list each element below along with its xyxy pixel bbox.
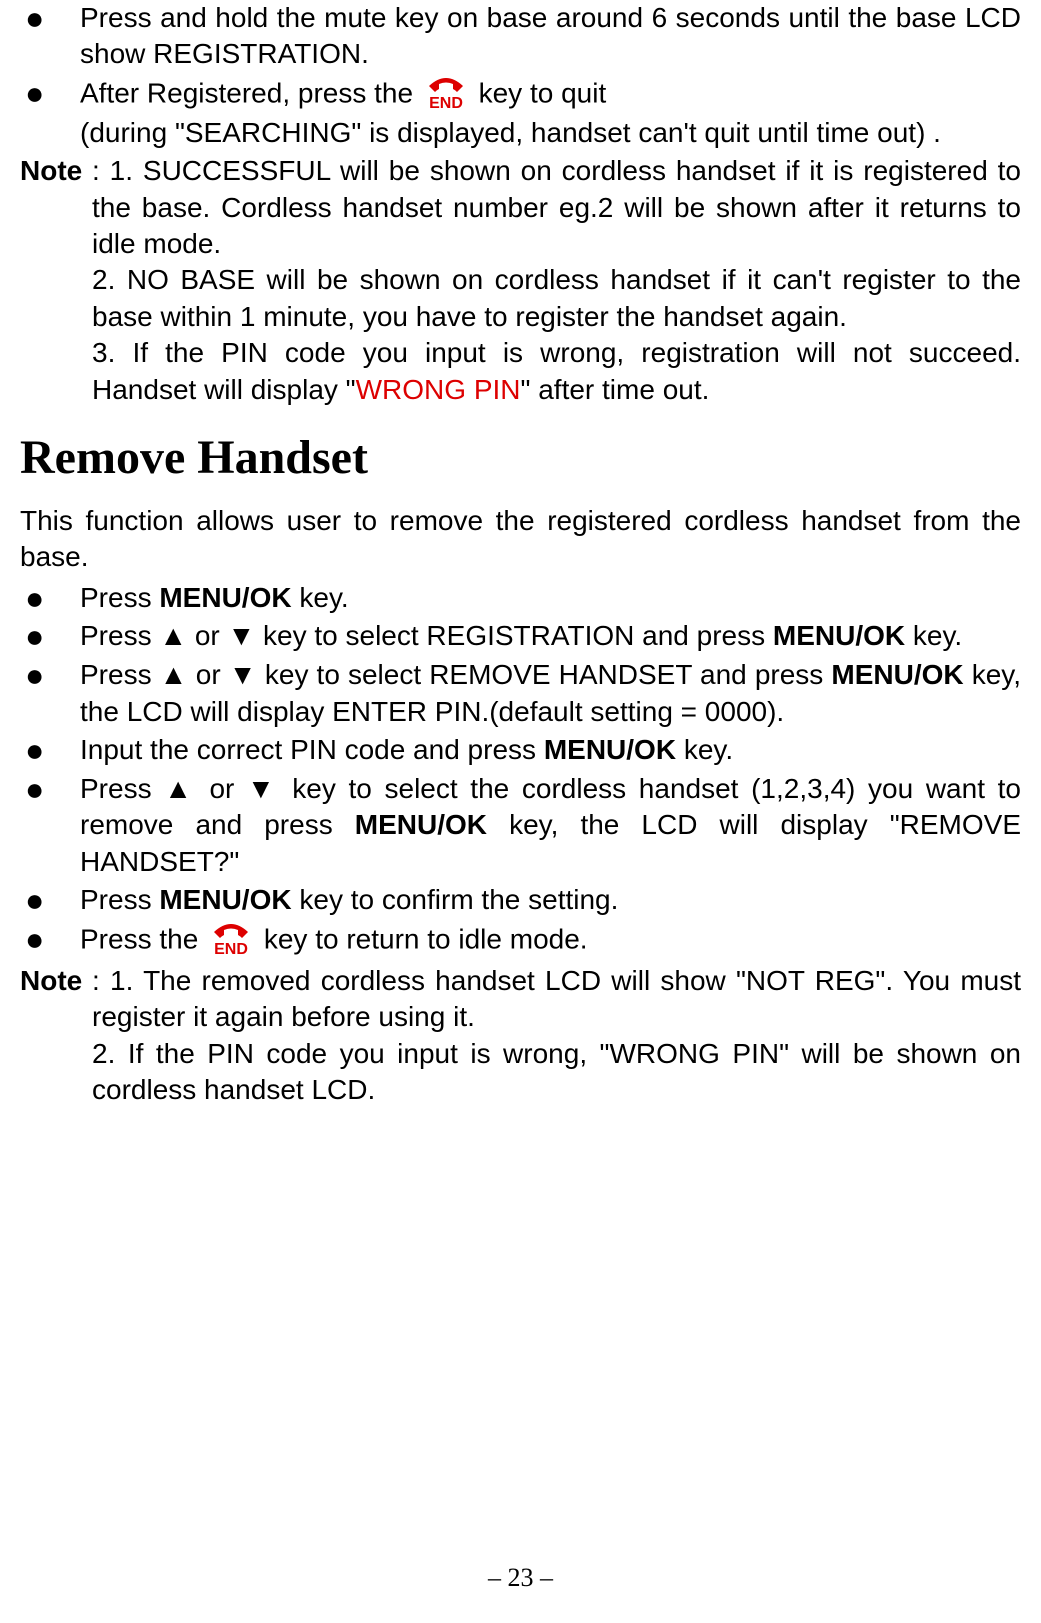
note-text: : 1. SUCCESSFUL will be shown on cordles… <box>92 153 1021 262</box>
remove-bullet-item: ● Input the correct PIN code and press M… <box>20 732 1021 769</box>
note1-row: 3. If the PIN code you input is wrong, r… <box>20 335 1021 408</box>
bullet-icon: ● <box>20 0 80 37</box>
bullet-icon: ● <box>20 921 80 958</box>
body-text: " after time out. <box>521 374 710 405</box>
remove-bullet-item: ● Press ▲ or ▼ key to select REGISTRATIO… <box>20 618 1021 655</box>
note-block-2: Note : 1. The removed cordless handset L… <box>20 963 1021 1109</box>
body-text: key to quit <box>471 77 606 108</box>
bullet-icon: ● <box>20 657 80 694</box>
body-text: key to return to idle mode. <box>256 923 588 954</box>
note-label: Note <box>20 963 92 1036</box>
remove-bullet-item: ● Press ▲ or ▼ key to select REMOVE HAND… <box>20 657 1021 730</box>
bullet-text: Press MENU/OK key. <box>80 580 1021 616</box>
body-text: Press and hold the mute key on base arou… <box>80 2 1021 69</box>
body-text: Press the <box>80 923 206 954</box>
body-text: After Registered, press the <box>80 77 421 108</box>
bullet-icon: ● <box>20 771 80 808</box>
body-text: key. <box>905 620 962 651</box>
note2-row: 2. If the PIN code you input is wrong, "… <box>20 1036 1021 1109</box>
section-intro: This function allows user to remove the … <box>20 503 1021 576</box>
body-text: key. <box>676 734 733 765</box>
bullet-text: Press ▲ or ▼ key to select REGISTRATION … <box>80 618 1021 654</box>
bullet-text: Press ▲ or ▼ key to select the cordless … <box>80 771 1021 880</box>
body-text: Press ▲ or ▼ key to select REMOVE HANDSE… <box>80 659 831 690</box>
bullet-icon: ● <box>20 882 80 919</box>
body-text: (during "SEARCHING" is displayed, handse… <box>80 117 941 148</box>
key-label: MENU/OK <box>159 884 291 915</box>
note1-row: 2. NO BASE will be shown on cordless han… <box>20 262 1021 335</box>
body-text: Press ▲ or ▼ key to select REGISTRATION … <box>80 620 773 651</box>
note-label: Note <box>20 153 92 262</box>
bullet-text: After Registered, press the END key to q… <box>80 75 1021 151</box>
note-block-1: Note : 1. SUCCESSFUL will be shown on co… <box>20 153 1021 408</box>
instruction-list-remove: ● Press MENU/OK key.● Press ▲ or ▼ key t… <box>20 580 1021 961</box>
bullet-text: Press MENU/OK key to confirm the setting… <box>80 882 1021 918</box>
bullet-icon: ● <box>20 732 80 769</box>
body-text: key. <box>292 582 349 613</box>
remove-bullet-item: ● Press MENU/OK key. <box>20 580 1021 617</box>
body-text: Press <box>80 582 159 613</box>
bullet-icon: ● <box>20 580 80 617</box>
body-text: 2. If the PIN code you input is wrong, "… <box>92 1038 1021 1105</box>
note2-row: Note : 1. The removed cordless handset L… <box>20 963 1021 1036</box>
bullet-text: Press the END key to return to idle mode… <box>80 921 1021 961</box>
error-text: WRONG PIN <box>356 374 521 405</box>
top-bullet-item: ● Press and hold the mute key on base ar… <box>20 0 1021 73</box>
instruction-list-top: ● Press and hold the mute key on base ar… <box>20 0 1021 151</box>
bullet-icon: ● <box>20 618 80 655</box>
body-text: 2. NO BASE will be shown on cordless han… <box>92 264 1021 331</box>
bullet-icon: ● <box>20 75 80 112</box>
page-number: – 23 – <box>0 1563 1041 1593</box>
body-text: : 1. The removed cordless handset LCD wi… <box>92 965 1021 1032</box>
body-text: Press <box>80 884 159 915</box>
body-text: Input the correct PIN code and press <box>80 734 544 765</box>
key-label: MENU/OK <box>159 582 291 613</box>
remove-bullet-item: ● Press ▲ or ▼ key to select the cordles… <box>20 771 1021 880</box>
bullet-text: Press and hold the mute key on base arou… <box>80 0 1021 73</box>
key-label: MENU/OK <box>773 620 905 651</box>
key-label: MENU/OK <box>831 659 963 690</box>
top-bullet-item: ● After Registered, press the END key to… <box>20 75 1021 151</box>
end-key-icon: END <box>421 72 471 112</box>
svg-text:END: END <box>214 941 248 958</box>
bullet-text: Input the correct PIN code and press MEN… <box>80 732 1021 768</box>
note1-row: Note : 1. SUCCESSFUL will be shown on co… <box>20 153 1021 262</box>
body-text: : 1. SUCCESSFUL will be shown on cordles… <box>92 155 1021 259</box>
remove-bullet-item: ● Press the END key to return to idle mo… <box>20 921 1021 961</box>
key-label: MENU/OK <box>544 734 676 765</box>
body-text: key to confirm the setting. <box>292 884 619 915</box>
note-text: : 1. The removed cordless handset LCD wi… <box>92 963 1021 1036</box>
svg-text:END: END <box>429 95 463 112</box>
section-heading: Remove Handset <box>20 430 1021 485</box>
bullet-text: Press ▲ or ▼ key to select REMOVE HANDSE… <box>80 657 1021 730</box>
end-key-icon: END <box>206 918 256 958</box>
remove-bullet-item: ● Press MENU/OK key to confirm the setti… <box>20 882 1021 919</box>
key-label: MENU/OK <box>355 809 487 840</box>
